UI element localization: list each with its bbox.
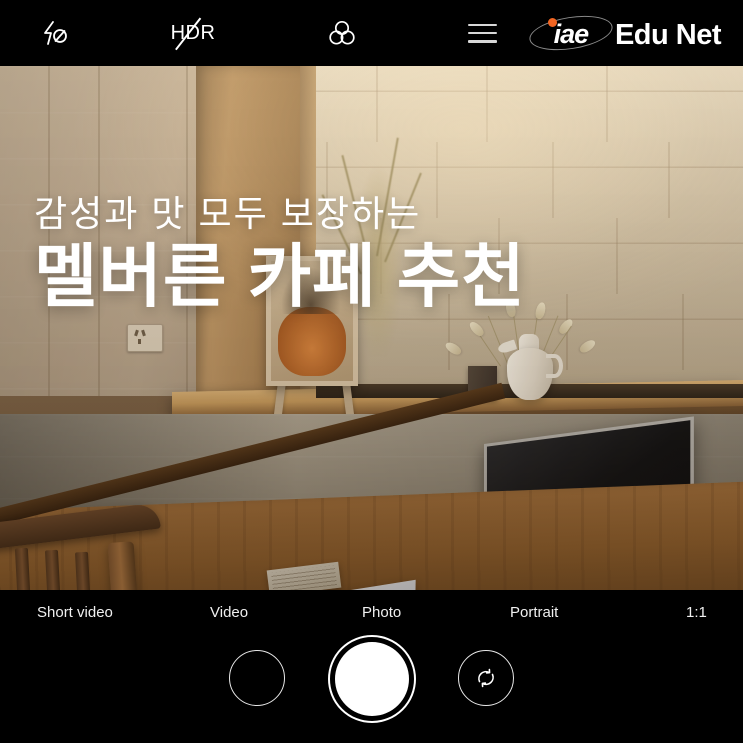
logo-wordmark: Edu Net (614, 19, 722, 51)
shutter-inner-circle (335, 642, 409, 716)
mode-short-video[interactable]: Short video (37, 590, 113, 635)
gallery-thumbnail-icon[interactable] (229, 650, 285, 706)
wall-seam (98, 66, 100, 396)
logo-orange-dot (547, 18, 557, 27)
logo-mark: iae (526, 10, 615, 56)
framed-picture (266, 256, 358, 386)
camera-shutter-bar (0, 635, 743, 743)
live-preview-image (0, 66, 743, 590)
hdr-off-icon[interactable]: HDR (158, 0, 228, 66)
mode-aspect-ratio[interactable]: 1:1 (686, 590, 707, 635)
iae-edu-net-logo[interactable]: iae Edu Net (526, 0, 722, 66)
camera-mode-bar: Short video Video Photo Portrait 1:1 (0, 590, 743, 635)
hamburger-menu-icon[interactable] (452, 0, 512, 66)
chair-post (107, 541, 143, 590)
camera-screen: HDR iae Edu Net 감성과 맛 모두 보장하는 멜버른 카페 추천 … (0, 0, 743, 743)
flip-camera-icon[interactable] (458, 650, 514, 706)
wall-outlet (127, 324, 163, 352)
wall-seam (186, 66, 188, 396)
mode-photo[interactable]: Photo (362, 590, 401, 635)
flash-off-icon[interactable] (24, 0, 84, 66)
camera-top-bar: HDR iae Edu Net (0, 0, 743, 66)
wall-seam (48, 66, 50, 396)
logo-mark-text: iae (553, 19, 590, 49)
filters-icon[interactable] (312, 0, 372, 66)
mode-video[interactable]: Video (210, 590, 248, 635)
wooden-chair (0, 502, 170, 590)
chair-top-rail (0, 502, 161, 552)
camera-viewfinder[interactable]: 감성과 맛 모두 보장하는 멜버른 카페 추천 (0, 66, 743, 590)
shutter-button-icon[interactable] (328, 635, 416, 723)
mode-portrait[interactable]: Portrait (510, 590, 558, 635)
pitcher-handle (546, 354, 563, 378)
hamburger-bars (467, 23, 497, 43)
